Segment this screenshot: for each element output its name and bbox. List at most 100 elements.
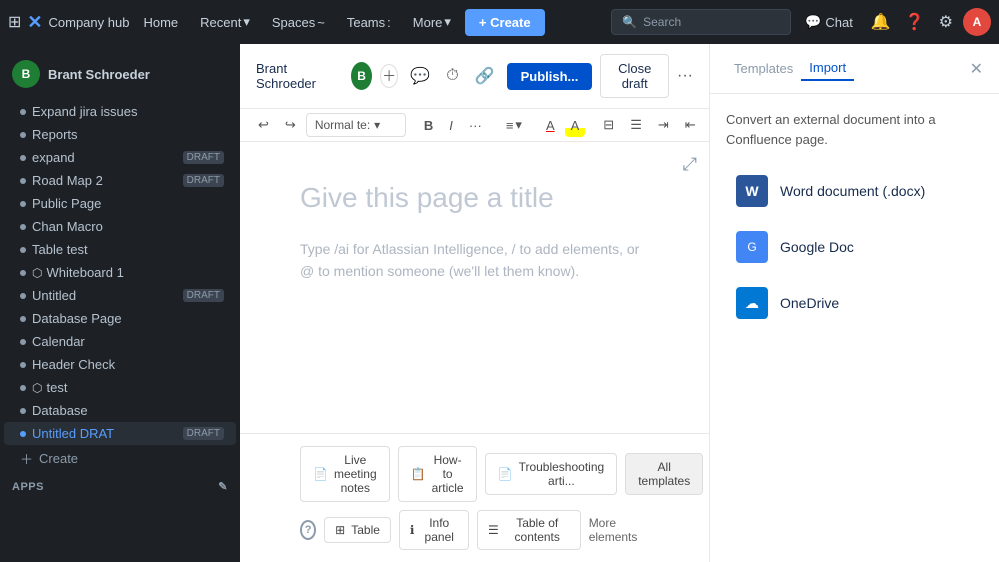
sidebar-item-road-map[interactable]: Road Map 2 DRAFT: [4, 169, 236, 192]
editor-content[interactable]: ⤢ Give this page a title Type /ai for At…: [240, 142, 709, 433]
template-section: 📄 Live meeting notes 📋 How-to article 📄 …: [240, 433, 709, 562]
side-panel: Templates Import ✕ Convert an external d…: [709, 44, 999, 562]
version-icon[interactable]: ⏱: [442, 63, 462, 89]
more-elements-link[interactable]: More elements: [589, 516, 649, 544]
sidebar-item-database-page[interactable]: Database Page: [4, 307, 236, 330]
help-icon[interactable]: ❓: [901, 8, 929, 36]
sidebar-item-expand-jira[interactable]: Expand jira issues: [4, 100, 236, 123]
sidebar-item-label: Untitled DRAT: [32, 426, 173, 441]
panel-close-button[interactable]: ✕: [970, 59, 983, 79]
spaces-dropdown[interactable]: Spaces ~: [264, 11, 333, 34]
link-icon[interactable]: 🔗: [471, 62, 499, 90]
editor-toolbar: ↩ ↪ Normal te: ▾ B I ··· ≡ ▾ A A: [240, 109, 709, 142]
company-hub-link[interactable]: Company hub: [49, 15, 130, 30]
sidebar-item-expand[interactable]: expand DRAFT: [4, 146, 236, 169]
chat-icon: 💬: [805, 14, 821, 30]
teams-dropdown[interactable]: Teams :: [339, 11, 399, 34]
sidebar-item-table-test[interactable]: Table test: [4, 238, 236, 261]
import-onedrive-option[interactable]: ☁ OneDrive: [726, 277, 983, 329]
onedrive-icon: ☁: [736, 287, 768, 319]
sidebar-create[interactable]: ＋ Create: [4, 445, 236, 472]
bullet-icon: [20, 155, 26, 161]
live-meeting-label: Live meeting notes: [334, 453, 377, 495]
bullet-icon: [20, 178, 26, 184]
author-avatar: B: [351, 62, 372, 90]
text-color-button[interactable]: A: [540, 114, 561, 137]
bullet-list-button[interactable]: ⊟: [597, 113, 620, 137]
expand-content-icon[interactable]: ⤢: [683, 154, 697, 175]
sidebar-item-untitled-draft-1[interactable]: Untitled DRAFT: [4, 284, 236, 307]
chevron-down-icon: ▾: [515, 117, 522, 133]
doc-header-right: B ＋ 💬 ⏱ 🔗 Publish... Close draft ···: [351, 54, 693, 98]
panel-header: Templates Import ✕: [710, 44, 999, 94]
sidebar-item-reports[interactable]: Reports: [4, 123, 236, 146]
more-formatting-button[interactable]: ···: [463, 114, 488, 137]
live-meeting-button[interactable]: 📄 Live meeting notes: [300, 446, 390, 502]
bold-button[interactable]: B: [418, 114, 439, 137]
sidebar-item-untitled-draft-active[interactable]: Untitled DRAT DRAFT: [4, 422, 236, 445]
comment-icon[interactable]: 💬: [406, 62, 434, 90]
settings-icon[interactable]: ⚙: [935, 8, 957, 36]
page-content[interactable]: Type /ai for Atlassian Intelligence, / t…: [300, 238, 649, 283]
doc-author: Brant Schroeder: [256, 61, 343, 91]
draft-badge: DRAFT: [183, 427, 224, 440]
sidebar-item-header-check[interactable]: Header Check: [4, 353, 236, 376]
home-link[interactable]: Home: [135, 11, 186, 34]
sidebar-item-calendar[interactable]: Calendar: [4, 330, 236, 353]
more-options-icon[interactable]: ···: [677, 67, 693, 85]
sidebar-item-database[interactable]: Database: [4, 399, 236, 422]
close-draft-button[interactable]: Close draft: [600, 54, 669, 98]
sidebar-user[interactable]: B Brant Schroeder: [0, 52, 240, 100]
sidebar-user-name: Brant Schroeder: [48, 67, 150, 82]
bullet-icon: [20, 316, 26, 322]
grid-icon[interactable]: ⊞: [8, 12, 21, 32]
chat-button[interactable]: 💬 Chat: [797, 10, 861, 34]
recent-dropdown[interactable]: Recent ▾: [192, 10, 258, 34]
redo-button[interactable]: ↪: [279, 113, 302, 137]
sidebar-item-test[interactable]: ⬡ test: [4, 376, 236, 399]
apps-label: APPS: [12, 481, 44, 493]
numbered-list-button[interactable]: ☰: [624, 113, 648, 137]
word-label: Word document (.docx): [780, 183, 925, 199]
indent-button[interactable]: ⇥: [652, 113, 675, 137]
all-templates-button[interactable]: All templates: [625, 453, 703, 495]
more-dropdown[interactable]: More ▾: [405, 10, 459, 34]
import-tab[interactable]: Import: [801, 56, 854, 81]
bullet-icon: [20, 247, 26, 253]
notifications-icon[interactable]: 🔔: [867, 8, 895, 36]
align-button[interactable]: ≡ ▾: [500, 113, 528, 137]
troubleshooting-button[interactable]: 📄 Troubleshooting arti...: [485, 453, 618, 495]
sidebar-item-public-page[interactable]: Public Page: [4, 192, 236, 215]
highlight-button[interactable]: A: [565, 114, 586, 137]
sidebar-item-whiteboard[interactable]: ⬡ Whiteboard 1: [4, 261, 236, 284]
apps-edit-icon[interactable]: ✎: [218, 480, 228, 493]
sidebar-item-label: Header Check: [32, 357, 224, 372]
table-insert-button[interactable]: ⊞ Table: [324, 517, 391, 543]
publish-button[interactable]: Publish...: [507, 63, 593, 90]
bullet-icon: [20, 385, 26, 391]
sidebar-item-chart-macro[interactable]: Chan Macro: [4, 215, 236, 238]
draft-badge: DRAFT: [183, 289, 224, 302]
user-avatar[interactable]: A: [963, 8, 991, 36]
toc-button[interactable]: ☰ Table of contents: [477, 510, 581, 550]
sidebar: B Brant Schroeder Expand jira issues Rep…: [0, 44, 240, 562]
how-to-button[interactable]: 📋 How-to article: [398, 446, 477, 502]
help-circle-icon[interactable]: ?: [300, 520, 316, 540]
outdent-button[interactable]: ⇤: [679, 113, 702, 137]
import-word-option[interactable]: W Word document (.docx): [726, 165, 983, 217]
bullet-icon: [20, 362, 26, 368]
insert-row: ? ⊞ Table ℹ Info panel ☰ Table of conten…: [300, 510, 649, 550]
add-collaborator-button[interactable]: ＋: [380, 64, 398, 88]
create-button[interactable]: + Create: [465, 9, 545, 36]
italic-button[interactable]: I: [443, 114, 459, 137]
page-title[interactable]: Give this page a title: [300, 182, 649, 214]
sidebar-item-label: Public Page: [32, 196, 224, 211]
undo-button[interactable]: ↩: [252, 113, 275, 137]
text-style-dropdown[interactable]: Normal te: ▾: [306, 113, 406, 137]
info-panel-button[interactable]: ℹ Info panel: [399, 510, 469, 550]
templates-tab[interactable]: Templates: [726, 57, 801, 80]
search-box[interactable]: 🔍 Search: [611, 9, 791, 35]
gdoc-icon: G: [736, 231, 768, 263]
import-gdoc-option[interactable]: G Google Doc: [726, 221, 983, 273]
how-to-label: How-to article: [432, 453, 464, 495]
